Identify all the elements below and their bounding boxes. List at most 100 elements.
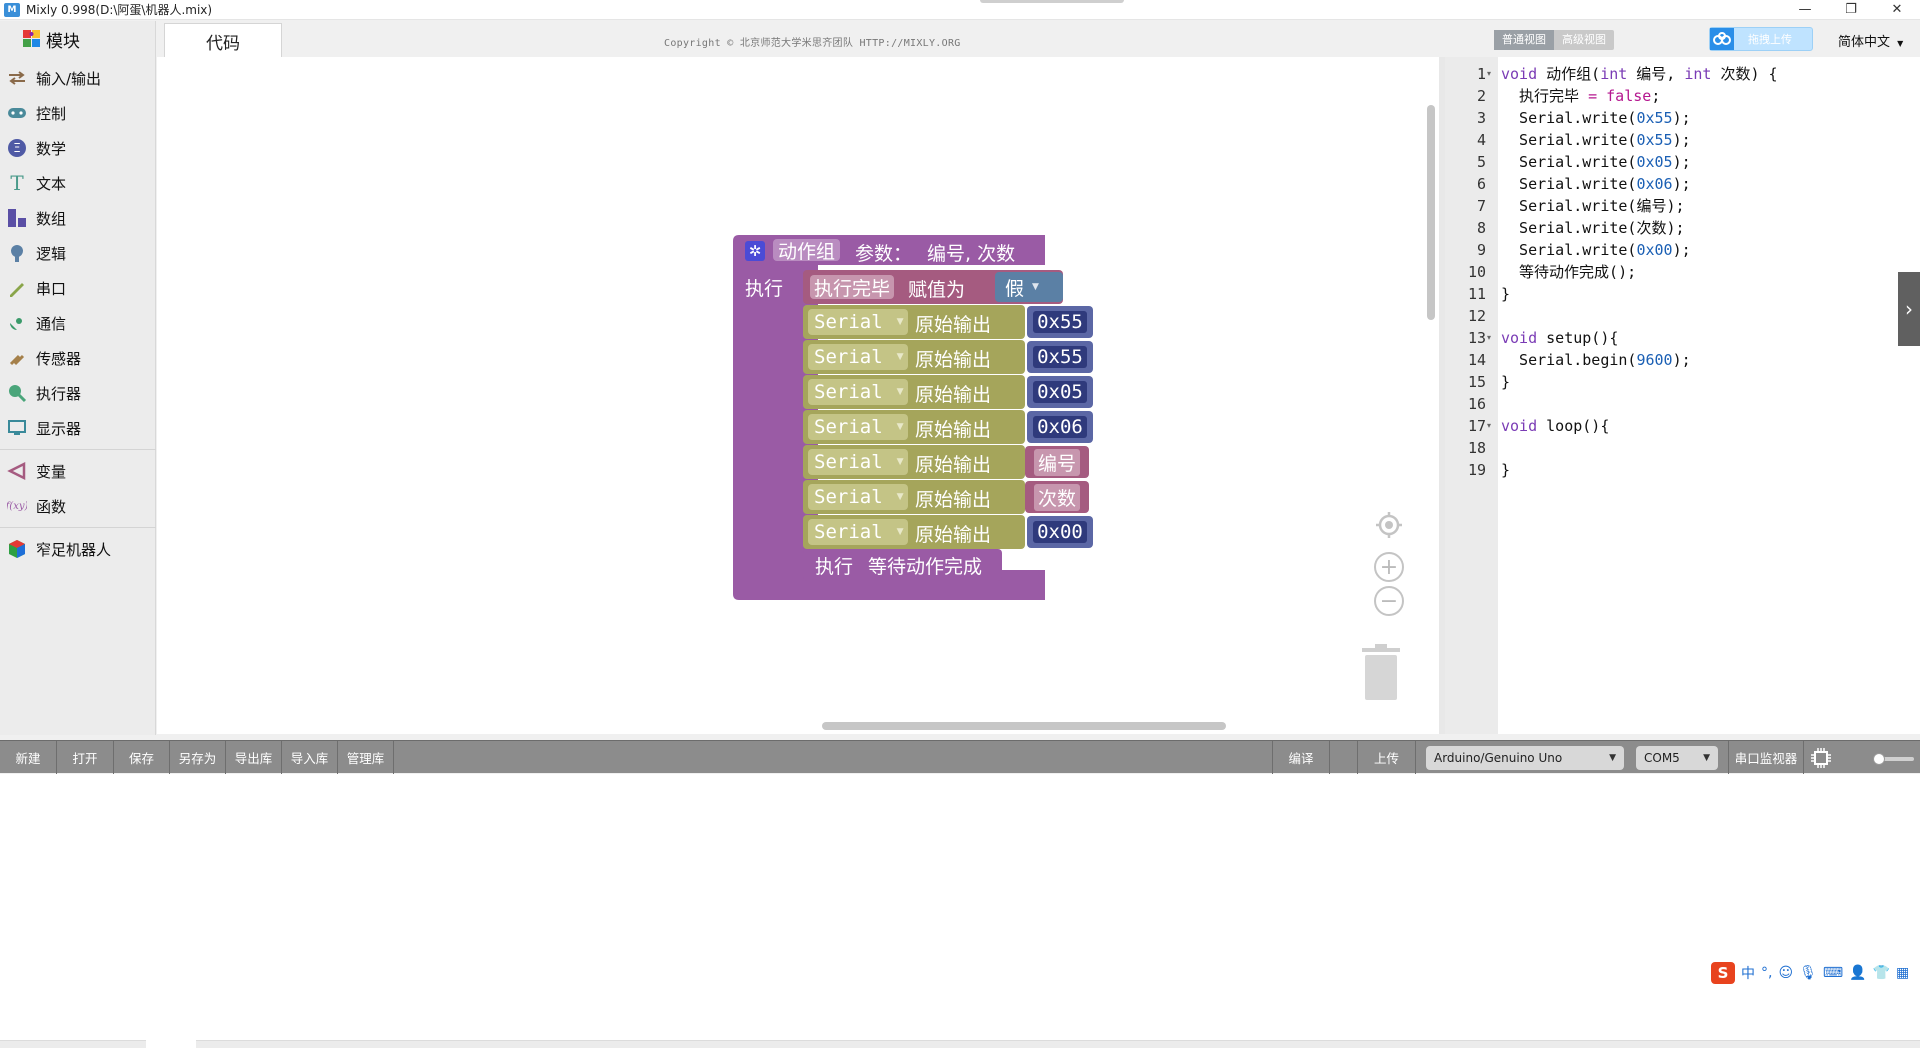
serial-port-dropdown[interactable]: Serial ▼ [808, 344, 908, 370]
hex-value-block[interactable]: 0x06 [1027, 411, 1093, 443]
code-preview-panel[interactable]: 1 ▾ void 动作组(int 编号, int 次数) {2 执行完毕 = fal… [1445, 57, 1920, 734]
toolbox-item-sensor[interactable]: 传感器 [0, 343, 156, 373]
close-button[interactable]: ✕ [1874, 0, 1920, 20]
variable-field[interactable]: 执行完毕 [810, 275, 895, 300]
toolbox-item-control[interactable]: 控制 [0, 98, 156, 128]
code-line: void setup(){ [1501, 329, 1619, 347]
serial-write-block[interactable]: Serial ▼ 原始输出 编号 [803, 445, 1089, 479]
trash-icon[interactable] [1360, 644, 1402, 702]
recenter-icon[interactable] [1374, 510, 1404, 540]
serial-value: 0x00 [1033, 521, 1087, 543]
tab-code[interactable]: 代码 [164, 23, 282, 58]
open-button[interactable]: 打开 [57, 741, 114, 774]
serial-write-block[interactable]: Serial ▼ 原始输出 0x05 [803, 375, 1093, 409]
mixly-window: M Mixly 0.998(D:\阿蛋\机器人.mix) — ❐ ✕ 模块 输入… [0, 0, 1920, 1048]
zoom-in-icon[interactable]: + [1374, 552, 1404, 582]
call-label: 执行 [815, 556, 854, 578]
restore-button[interactable]: ❐ [1828, 0, 1874, 20]
serial-write-block[interactable]: Serial ▼ 原始输出 次数 [803, 480, 1089, 514]
compile-button[interactable]: 编译 [1272, 741, 1330, 774]
fold-arrow-icon[interactable]: ▾ [1487, 63, 1491, 85]
toolbox-item-robot[interactable]: 窄足机器人 [0, 534, 156, 564]
toolbox-item-label: 输入/输出 [36, 69, 102, 88]
toolbox-item-io[interactable]: 输入/输出 [0, 63, 156, 93]
import-library-button[interactable]: 导入库 [282, 741, 338, 774]
save-button[interactable]: 保存 [114, 741, 170, 774]
toolbox-item-display[interactable]: 显示器 [0, 413, 156, 443]
fold-arrow-icon[interactable]: ▾ [1487, 415, 1491, 437]
toolbox-item-text[interactable]: T 文本 [0, 168, 156, 198]
language-select[interactable]: 简体中文 ▼ [1838, 31, 1903, 50]
toolbox-item-array[interactable]: 数组 [0, 203, 156, 233]
variable-value-block[interactable]: 次数 [1025, 481, 1089, 513]
hex-value-block[interactable]: 0x55 [1027, 341, 1093, 373]
workspace-horizontal-scrollbar[interactable] [822, 722, 1226, 730]
toolbox-item-label: 文本 [36, 174, 67, 193]
serial-write-block[interactable]: Serial ▼ 原始输出 0x55 [803, 305, 1093, 339]
serial-port-dropdown[interactable]: Serial ▼ [808, 484, 908, 510]
toolbox-item-actuator[interactable]: 执行器 [0, 378, 156, 408]
zoom-slider-knob[interactable] [1873, 753, 1885, 765]
keyboard-icon: ⌨ [1822, 965, 1844, 981]
line-number: 1 [1476, 65, 1486, 83]
serial-value: 0x05 [1033, 381, 1087, 403]
collapse-panel-icon[interactable]: › [1898, 272, 1920, 346]
toolbox-item-serial[interactable]: 串口 [0, 273, 156, 303]
logic-value-block[interactable]: 假 ▼ [995, 272, 1063, 302]
zoom-out-icon[interactable]: − [1374, 586, 1404, 616]
line-number: 7 [1476, 197, 1486, 215]
toolbox-item-function[interactable]: f(xy) 函数 [0, 491, 156, 521]
manage-library-button[interactable]: 管理库 [338, 741, 394, 774]
serial-port-dropdown[interactable]: Serial ▼ [808, 379, 908, 405]
line-number: 2 [1476, 87, 1486, 105]
serial-port-dropdown[interactable]: Serial ▼ [808, 519, 908, 545]
toolbox-item-comm[interactable]: 通信 [0, 308, 156, 338]
ime-toolbar[interactable]: S 中 °, ☺ 🎙 ⌨ 👤 👕 ▦ [1711, 960, 1920, 986]
new-button[interactable]: 新建 [0, 741, 57, 774]
gear-icon[interactable]: ✲ [745, 241, 765, 261]
output-console[interactable] [0, 774, 1920, 1040]
hex-value-block[interactable]: 0x55 [1027, 306, 1093, 338]
chip-icon[interactable] [1810, 747, 1832, 769]
drag-upload-button[interactable]: 拖拽上传 [1709, 27, 1813, 51]
serial-value: 0x06 [1033, 416, 1087, 438]
save-as-button[interactable]: 另存为 [170, 741, 226, 774]
minimize-button[interactable]: — [1782, 0, 1828, 20]
code-line: Serial.write(0x00); [1501, 241, 1691, 259]
gamepad-icon [6, 102, 28, 124]
toolbox-item-math[interactable]: Ξ 数学 [0, 133, 156, 163]
workspace-vertical-scrollbar[interactable] [1427, 105, 1435, 320]
line-number: 16 [1467, 395, 1486, 413]
function-name-field[interactable]: 动作组 [773, 239, 841, 263]
serial-action-label: 原始输出 [915, 419, 992, 441]
drag-upload-label: 拖拽上传 [1748, 33, 1792, 46]
serial-write-block[interactable]: Serial ▼ 原始输出 0x00 [803, 515, 1093, 549]
toolbox-item-logic[interactable]: 逻辑 [0, 238, 156, 268]
serial-port-dropdown[interactable]: Serial ▼ [808, 449, 908, 475]
serial-monitor-button[interactable]: 串口监视器 [1728, 741, 1804, 774]
user-icon: 👤 [1849, 965, 1867, 981]
serial-port-name: Serial [814, 311, 883, 333]
satellite-icon [6, 312, 28, 334]
fold-arrow-icon[interactable]: ▾ [1487, 327, 1491, 349]
hex-value-block[interactable]: 0x00 [1027, 516, 1093, 548]
hex-value-block[interactable]: 0x05 [1027, 376, 1093, 408]
serial-write-block[interactable]: Serial ▼ 原始输出 0x55 [803, 340, 1093, 374]
line-number: 4 [1476, 131, 1486, 149]
serial-port-dropdown[interactable]: Serial ▼ [808, 309, 908, 335]
advanced-view-button[interactable]: 高级视图 [1554, 30, 1614, 50]
assign-variable: 执行完毕 [814, 277, 891, 300]
bottom-strip-tab[interactable] [146, 1040, 196, 1048]
view-toggle: 普通视图 高级视图 [1494, 30, 1614, 50]
assign-block[interactable]: 执行完毕 赋值为 假 ▼ [803, 270, 1063, 304]
serial-write-block[interactable]: Serial ▼ 原始输出 0x06 [803, 410, 1093, 444]
upload-button[interactable]: 上传 [1358, 741, 1416, 774]
port-select[interactable]: COM5 ▼ [1636, 746, 1718, 770]
serial-port-dropdown[interactable]: Serial ▼ [808, 414, 908, 440]
export-library-button[interactable]: 导出库 [226, 741, 282, 774]
toolbox-item-variable[interactable]: 变量 [0, 456, 156, 486]
normal-view-button[interactable]: 普通视图 [1494, 30, 1554, 50]
variable-value-block[interactable]: 编号 [1025, 446, 1089, 478]
procedure-call-block[interactable]: 执行 等待动作完成 [803, 549, 1002, 581]
board-select[interactable]: Arduino/Genuino Uno ▼ [1426, 746, 1624, 770]
